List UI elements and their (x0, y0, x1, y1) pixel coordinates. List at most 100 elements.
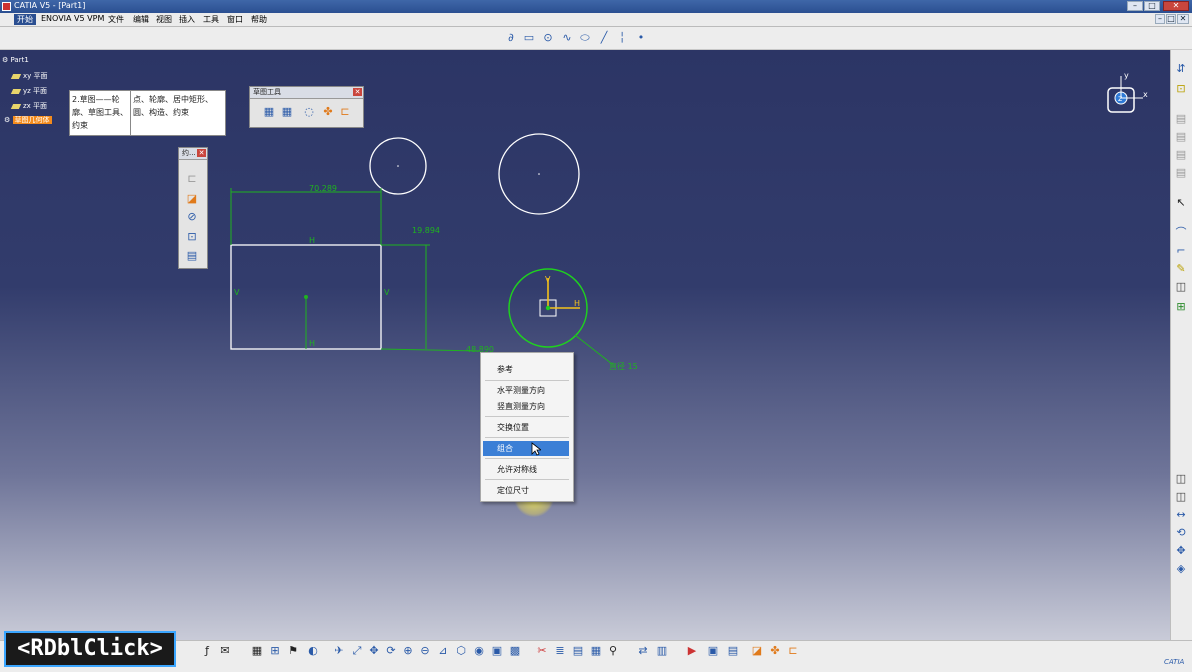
sketch-icon[interactable]: ⊡ (1174, 82, 1188, 96)
analysis-icon[interactable]: ✂ (535, 644, 549, 658)
tree-root[interactable]: ⚙ Part1 (2, 56, 29, 64)
trim-icon[interactable]: ✎ (1174, 262, 1188, 276)
close-button[interactable]: ✕ (1163, 1, 1189, 11)
constraint-toolbar-close[interactable]: ✕ (197, 149, 206, 157)
corner-icon[interactable]: ⌒ (1174, 226, 1188, 240)
rotate-icon[interactable]: ⟲ (1174, 526, 1188, 540)
tree-item-xy[interactable]: xy 平面 (10, 71, 48, 81)
minimize-button[interactable]: – (1127, 1, 1143, 11)
hide-show-icon[interactable]: ◐ (306, 644, 320, 658)
measure-between-icon[interactable]: ▦ (589, 644, 603, 658)
fit-all-icon[interactable]: ⤢ (350, 644, 364, 658)
compass[interactable]: y x z (1105, 70, 1153, 120)
sketch-canvas[interactable]: 70.289 19.894 48.890 H V V H 直径 15 V H ⚙… (0, 50, 1170, 640)
disabled-tool-icon[interactable]: ▤ (1174, 130, 1188, 144)
disabled-tool-icon[interactable]: ▤ (1174, 166, 1188, 180)
swap-visible-icon[interactable]: ▣ (490, 644, 504, 658)
diameter-dim-value[interactable]: 直径 15 (609, 361, 638, 371)
center-point[interactable] (304, 295, 308, 299)
width-dim-value[interactable]: 70.289 (309, 184, 337, 193)
ctx-allow-symmetry-line[interactable]: 允许对称线 (483, 462, 569, 477)
zoom-in-icon[interactable]: ⊕ (401, 644, 415, 658)
offset-icon[interactable]: ✥ (1174, 544, 1188, 558)
zoom-out-icon[interactable]: ⊖ (418, 644, 432, 658)
top-h-constraint[interactable]: H (309, 236, 315, 245)
sketch-tools-close[interactable]: ✕ (353, 88, 362, 96)
ctx-reference[interactable]: 参考 (483, 362, 569, 377)
constraint-analysis-icon[interactable]: ✤ (768, 644, 782, 658)
ctx-positioning-dimension[interactable]: 定位尺寸 (483, 483, 569, 498)
formula-icon[interactable]: ƒ (200, 644, 214, 658)
catalog-icon[interactable]: ⚑ (286, 644, 300, 658)
rotate-view-icon[interactable]: ⟳ (384, 644, 398, 658)
shading-icon[interactable]: ◉ (472, 644, 486, 658)
menu-help[interactable]: 帮助 (251, 14, 267, 25)
tree-item-zx[interactable]: zx 平面 (10, 101, 47, 111)
maximize-button[interactable]: □ (1144, 1, 1160, 11)
doc-restore-button[interactable]: □ (1166, 14, 1176, 24)
fix-together-icon[interactable]: ⊡ (185, 230, 199, 244)
menu-enovia[interactable]: ENOVIA V5 VPM (41, 14, 104, 23)
knowledge-icon[interactable]: ▶ (685, 644, 699, 658)
menu-start[interactable]: 开始 (14, 14, 36, 25)
tree-item-body[interactable]: ⚙ 草图几何体 (4, 115, 52, 125)
search-icon[interactable]: ⚲ (606, 644, 620, 658)
normal-view-icon[interactable]: ⊿ (436, 644, 450, 658)
menu-insert[interactable]: 插入 (179, 14, 195, 25)
bottom-h-constraint[interactable]: H (309, 339, 315, 348)
translate-icon[interactable]: ◫ (1174, 490, 1188, 504)
catia-app-icon[interactable] (2, 2, 11, 11)
symmetry-icon[interactable]: ◫ (1174, 472, 1188, 486)
ctx-vertical-measure[interactable]: 竖直测量方向 (483, 399, 569, 414)
spline-icon[interactable]: ∿ (560, 31, 574, 45)
chamfer-icon[interactable]: ⌐ (1174, 244, 1188, 258)
circle-center-icon[interactable]: ⊙ (541, 31, 555, 45)
auto-constraint-icon[interactable]: ▤ (185, 249, 199, 263)
hide-icon[interactable]: ▩ (508, 644, 522, 658)
select-arrow-icon[interactable]: ↖ (1174, 196, 1188, 210)
mirror-icon[interactable]: ◫ (1174, 280, 1188, 294)
profile-icon[interactable]: ∂ (504, 31, 518, 45)
measure-icon[interactable]: ≣ (553, 644, 567, 658)
material-icon[interactable]: ▣ (706, 644, 720, 658)
update-icon[interactable]: ▥ (655, 644, 669, 658)
tree-item-yz[interactable]: yz 平面 (10, 86, 47, 96)
ctx-combine[interactable]: 组合 (483, 441, 569, 456)
geometric-constraints-icon[interactable]: ✤ (321, 105, 335, 119)
axis-icon[interactable]: ╎ (615, 31, 629, 45)
transform-icon[interactable]: ◈ (1174, 562, 1188, 576)
line-icon[interactable]: ╱ (597, 31, 611, 45)
ellipse-icon[interactable]: ⬭ (578, 31, 592, 45)
auto-dimension-icon[interactable]: ⊏ (786, 644, 800, 658)
point-icon[interactable]: • (634, 31, 648, 45)
rectangle-icon[interactable]: ▭ (522, 31, 536, 45)
grid-icon[interactable]: ▦ (262, 105, 276, 119)
comment-icon[interactable]: ✉ (218, 644, 232, 658)
apply-material-icon[interactable]: ▤ (726, 644, 740, 658)
doc-minimize-button[interactable]: – (1155, 14, 1165, 24)
constraint-dialog-icon[interactable]: ⊏ (185, 172, 199, 186)
construction-icon[interactable]: ◌ (302, 105, 316, 119)
constraint-icon[interactable]: ◪ (185, 192, 199, 206)
table-icon[interactable]: ▦ (250, 644, 264, 658)
menu-file[interactable]: 文件 (108, 14, 124, 25)
contact-constraint-icon[interactable]: ⊘ (185, 210, 199, 224)
menu-window[interactable]: 窗口 (227, 14, 243, 25)
right-v-constraint[interactable]: V (384, 288, 390, 297)
left-v-constraint[interactable]: V (234, 288, 240, 297)
ctx-horizontal-measure[interactable]: 水平测量方向 (483, 383, 569, 398)
project-3d-icon[interactable]: ⊞ (1174, 300, 1188, 314)
menu-edit[interactable]: 编辑 (133, 14, 149, 25)
menu-view[interactable]: 视图 (156, 14, 172, 25)
disabled-tool-icon[interactable]: ▤ (1174, 112, 1188, 126)
ctx-swap-position[interactable]: 交换位置 (483, 420, 569, 435)
disabled-tool-icon[interactable]: ▤ (1174, 148, 1188, 162)
exit-workbench-icon[interactable]: ⇵ (1174, 62, 1188, 76)
fly-mode-icon[interactable]: ✈ (332, 644, 346, 658)
menu-tools[interactable]: 工具 (203, 14, 219, 25)
dimensional-constraints-icon[interactable]: ⊏ (338, 105, 352, 119)
scale-icon[interactable]: ↔ (1174, 508, 1188, 522)
pan-icon[interactable]: ✥ (367, 644, 381, 658)
height-dim-value[interactable]: 19.894 (412, 226, 440, 235)
iso-view-icon[interactable]: ⬡ (454, 644, 468, 658)
